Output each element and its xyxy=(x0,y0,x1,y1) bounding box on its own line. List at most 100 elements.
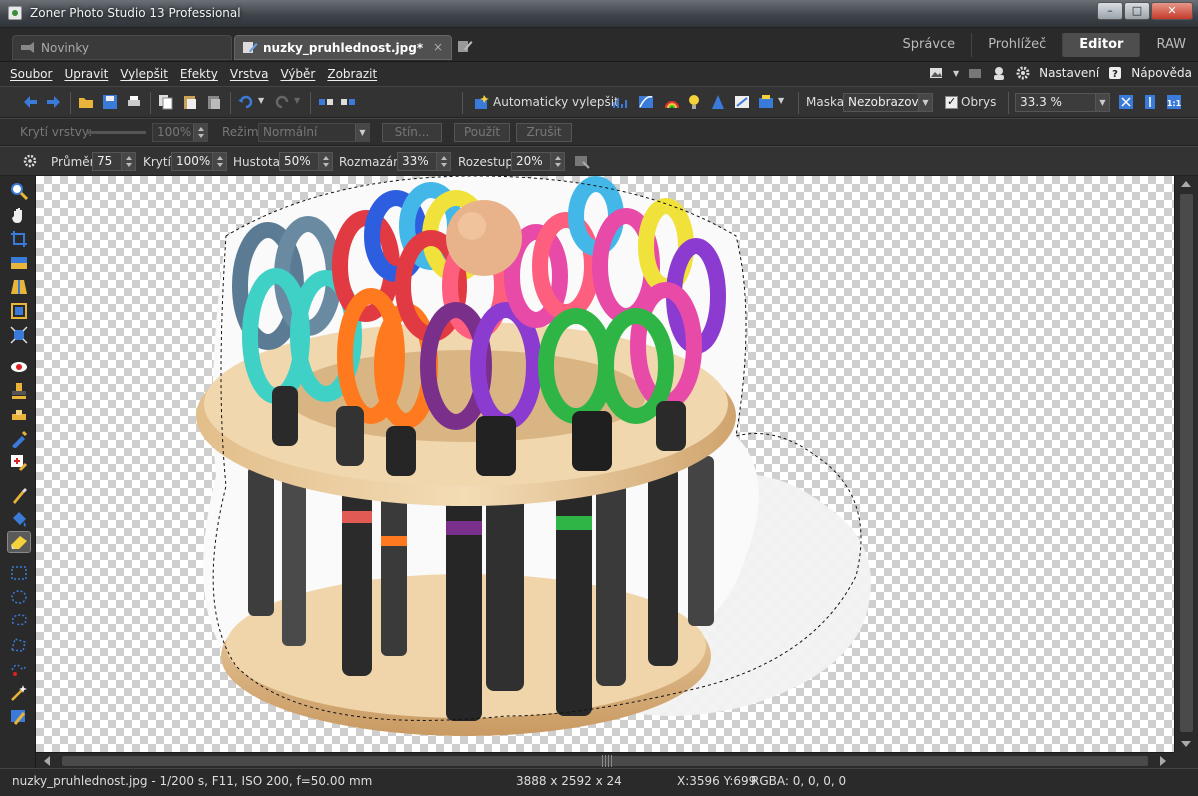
compare-after-icon[interactable] xyxy=(340,94,356,110)
maximize-button[interactable]: □ xyxy=(1124,2,1150,20)
mode-tab-prohlizec[interactable]: Prohlížeč xyxy=(972,33,1064,57)
menu-vrstva[interactable]: Vrstva xyxy=(230,67,269,81)
lasso-tool-icon[interactable] xyxy=(10,612,28,630)
patch-tool-icon[interactable] xyxy=(10,454,28,472)
spacing-input[interactable]: 20% xyxy=(511,152,565,171)
open-folder-icon[interactable] xyxy=(78,94,94,110)
perspective-tool-icon[interactable] xyxy=(10,278,28,296)
scroll-up-icon[interactable] xyxy=(1181,181,1191,187)
brush-settings-icon[interactable] xyxy=(22,153,38,169)
vertical-scrollbar[interactable] xyxy=(1174,176,1198,752)
svg-text:?: ? xyxy=(1112,69,1118,80)
new-edit-tab-icon[interactable] xyxy=(457,39,473,53)
diameter-input[interactable]: 75 xyxy=(92,152,136,171)
curves-icon[interactable] xyxy=(638,94,654,110)
color-rainbow-icon[interactable] xyxy=(664,94,680,110)
horizon-tool-icon[interactable] xyxy=(10,254,28,272)
actual-size-icon[interactable]: 1:1 xyxy=(1166,94,1182,110)
polygon-lasso-tool-icon[interactable] xyxy=(10,636,28,654)
effects-icon[interactable] xyxy=(758,94,774,110)
zoom-select[interactable]: 33.3 % ▼ xyxy=(1015,93,1110,112)
brush-preview-icon[interactable] xyxy=(574,153,590,169)
minimize-button[interactable]: – xyxy=(1097,2,1123,20)
menu-vylepsit[interactable]: Vylepšit xyxy=(120,67,168,81)
tab-label: Novinky xyxy=(41,41,89,55)
close-button[interactable]: ✕ xyxy=(1151,2,1193,20)
straighten-icon[interactable] xyxy=(734,94,750,110)
red-eye-tool-icon[interactable] xyxy=(10,358,28,376)
auto-enhance-label[interactable]: Automaticky vylepšit xyxy=(493,95,619,109)
menu-upravit[interactable]: Upravit xyxy=(64,67,108,81)
share-image-icon[interactable] xyxy=(929,65,945,81)
mode-tab-raw[interactable]: RAW xyxy=(1140,33,1198,57)
eraser-tool-icon xyxy=(11,536,27,549)
layer-toolbar: Krytí vrstvy: 100% Režim: Normální ▼ Stí… xyxy=(0,118,1198,146)
rect-selection-tool-icon[interactable] xyxy=(10,564,28,582)
sharpen-icon[interactable] xyxy=(710,94,726,110)
fit-to-window-icon[interactable] xyxy=(1118,94,1134,110)
effects-dropdown-icon[interactable]: ▼ xyxy=(778,96,784,105)
healing-tool-icon[interactable] xyxy=(10,406,28,424)
paste-layer-icon[interactable] xyxy=(206,94,222,110)
menu-vyber[interactable]: Výběr xyxy=(280,67,315,81)
mask-select[interactable]: Nezobrazovat ▼ xyxy=(843,93,933,112)
fill-tool-icon[interactable] xyxy=(10,510,28,528)
brush-opacity-input[interactable]: 100% xyxy=(171,152,227,171)
eraser-tool-button[interactable] xyxy=(7,531,31,553)
menu-bar: Soubor Upravit Vylepšit Efekty Vrstva Vý… xyxy=(0,62,1198,86)
mode-tab-editor[interactable]: Editor xyxy=(1063,33,1141,57)
tab-label: nuzky_pruhlednost.jpg* xyxy=(263,41,424,55)
stamp-tool-icon[interactable] xyxy=(10,382,28,400)
density-input[interactable]: 50% xyxy=(279,152,333,171)
ellipse-selection-tool-icon[interactable] xyxy=(10,588,28,606)
user-icon[interactable] xyxy=(991,65,1007,81)
undo-dropdown-icon[interactable]: ▼ xyxy=(258,96,264,105)
image-canvas[interactable] xyxy=(36,176,1174,752)
zoom-tool-icon[interactable] xyxy=(10,182,28,200)
brush-tool-icon[interactable] xyxy=(10,486,28,504)
help-menu[interactable]: Nápověda xyxy=(1131,66,1192,80)
mode-tab-spravce[interactable]: Správce xyxy=(887,33,973,57)
help-icon: ? xyxy=(1109,67,1122,80)
canvas-size-tool-icon[interactable] xyxy=(10,302,28,320)
magnetic-lasso-tool-icon[interactable] xyxy=(10,660,28,678)
copy-icon[interactable] xyxy=(158,94,174,110)
cancel-button: Zrušit xyxy=(516,123,572,142)
compare-before-icon[interactable] xyxy=(318,94,334,110)
auto-enhance-icon[interactable] xyxy=(474,94,490,110)
retouch-brush-tool-icon[interactable] xyxy=(10,430,28,448)
blend-mode-select: Normální ▼ xyxy=(258,123,370,142)
scroll-down-icon[interactable] xyxy=(1181,741,1191,747)
levels-icon[interactable] xyxy=(612,94,628,110)
transform-tool-icon[interactable] xyxy=(10,326,28,344)
forward-arrow-icon[interactable] xyxy=(46,94,62,110)
chevron-down-icon: ▼ xyxy=(355,124,369,141)
menu-efekty[interactable]: Efekty xyxy=(180,67,218,81)
scroll-right-icon[interactable] xyxy=(1160,756,1166,766)
scroll-left-icon[interactable] xyxy=(44,756,50,766)
print-icon[interactable] xyxy=(126,94,142,110)
share-dropdown-icon[interactable]: ▼ xyxy=(953,69,959,78)
fit-height-icon[interactable] xyxy=(1142,94,1158,110)
tab-novinky[interactable]: Novinky xyxy=(12,35,232,60)
settings-menu[interactable]: Nastavení xyxy=(1039,66,1099,80)
tab-close-icon[interactable]: × xyxy=(433,40,443,54)
magic-wand-tool-icon[interactable] xyxy=(10,684,28,702)
redo-dropdown-icon: ▼ xyxy=(294,96,301,105)
crop-tool-icon[interactable] xyxy=(10,230,28,248)
brightness-bulb-icon[interactable] xyxy=(686,94,702,110)
tab-document[interactable]: nuzky_pruhlednost.jpg* × xyxy=(234,35,452,60)
layers-icon[interactable] xyxy=(967,65,983,81)
selection-brush-tool-icon[interactable] xyxy=(10,708,28,726)
back-arrow-icon[interactable] xyxy=(22,94,38,110)
outline-checkbox[interactable] xyxy=(945,95,958,109)
blur-input[interactable]: 33% xyxy=(397,152,451,171)
menu-zobrazit[interactable]: Zobrazit xyxy=(327,67,377,81)
vertical-scroll-thumb[interactable] xyxy=(1180,194,1193,732)
undo-icon[interactable] xyxy=(238,94,254,110)
menu-soubor[interactable]: Soubor xyxy=(10,67,52,81)
paste-icon[interactable] xyxy=(182,94,198,110)
hand-tool-icon[interactable] xyxy=(10,206,28,224)
horizontal-scrollbar[interactable] xyxy=(36,752,1174,768)
save-icon[interactable] xyxy=(102,94,118,110)
